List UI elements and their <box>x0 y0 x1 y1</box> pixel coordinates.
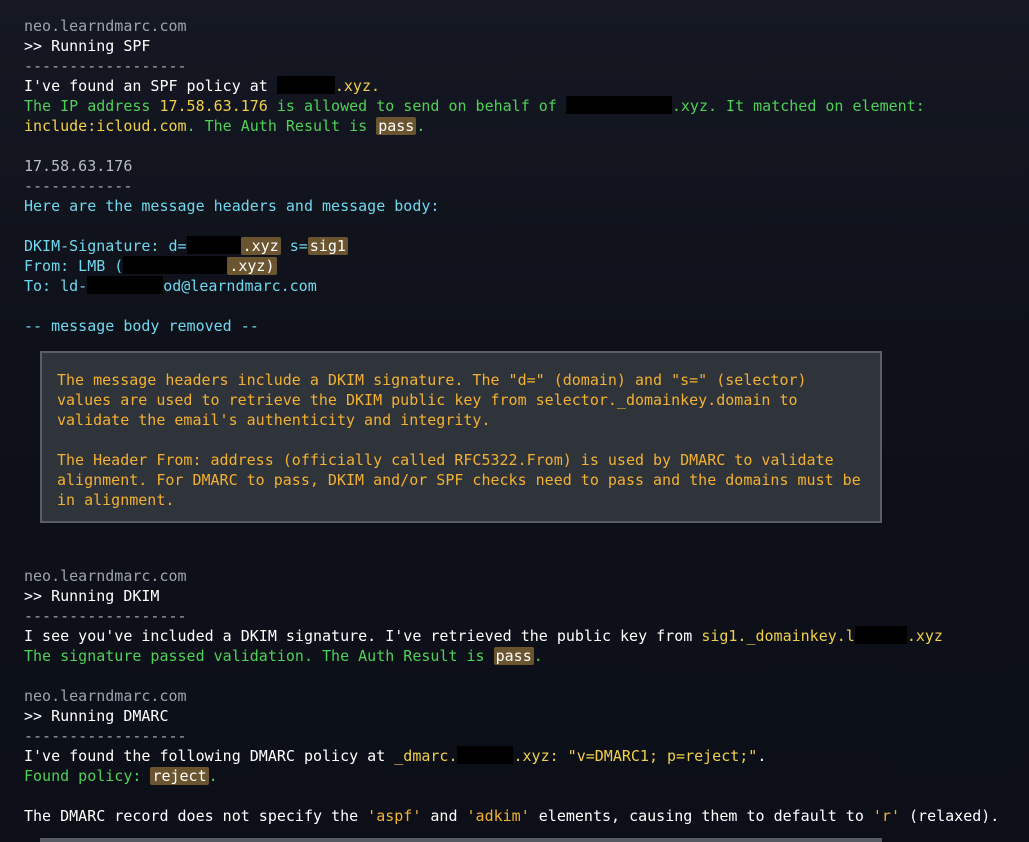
info-para1-line1: The message headers include a DKIM signa… <box>57 371 807 389</box>
dmarc-note-suffix: (relaxed). <box>900 807 1000 825</box>
dmarc-adkim: 'adkim' <box>466 807 530 825</box>
dkim-divider: ------------------ <box>24 607 187 625</box>
dmarc-default-value: 'r' <box>872 807 900 825</box>
dkim-passed-line: The signature passed validation. The Aut… <box>24 646 1014 666</box>
dmarc-record: "v=DMARC1; p=reject;" <box>567 747 758 765</box>
next-box-edge <box>40 838 882 842</box>
info-para2-line1: The Header From: address (officially cal… <box>57 451 834 469</box>
spf-found-line: I've found an SPF policy at .xyz. <box>24 76 1014 96</box>
spf-ip-value: 17.58.63.176 <box>159 97 268 115</box>
dmarc-note-mid: elements, causing them to default to <box>529 807 873 825</box>
dmarc-policy-label: Found policy: <box>24 767 151 785</box>
dmarc-policy-period: . <box>208 767 218 785</box>
dmarc-found-line: I've found the following DMARC policy at… <box>24 746 1014 766</box>
to-prefix: To: ld- <box>24 277 88 295</box>
redacted-domain <box>186 236 241 254</box>
headers-intro: Here are the message headers and message… <box>24 197 440 215</box>
dkim-text-prefix: I see you've included a DKIM signature. … <box>24 627 702 645</box>
redacted-domain <box>276 76 335 94</box>
info-para1-line2: values are used to retrieve the DKIM pub… <box>57 391 798 409</box>
dmarc-policy-badge: reject <box>150 767 209 785</box>
dmarc-host-suffix: .xyz <box>513 747 550 765</box>
dkim-command: >> Running DKIM <box>24 587 160 605</box>
message-body-removed: -- message body removed -- <box>24 317 259 335</box>
redacted-domain <box>565 96 672 114</box>
dmarc-found-prefix: I've found the following DMARC policy at <box>24 747 395 765</box>
from-suffix: .xyz) <box>227 257 277 275</box>
spf-divider: ------------------ <box>24 57 187 75</box>
spf-include-element: include:icloud.com <box>24 117 187 135</box>
spf-auth-line: include:icloud.com. The Auth Result is p… <box>24 116 1014 136</box>
spf-ip-mid: is allowed to send on behalf of <box>267 97 566 115</box>
spf-auth-result-badge: pass <box>376 117 417 135</box>
spf-found-suffix: .xyz. <box>334 77 381 95</box>
spf-period: . <box>416 117 426 135</box>
dkim-domain-suffix: .xyz <box>240 237 281 255</box>
dmarc-period: . <box>757 747 767 765</box>
to-header: To: ld-od@learndmarc.com <box>24 276 1014 296</box>
info-para2-line2: alignment. For DMARC to pass, DKIM and/o… <box>57 471 861 489</box>
ip-divider: ------------ <box>24 177 133 195</box>
dmarc-and: and <box>421 807 467 825</box>
to-suffix: od@learndmarc.com <box>163 277 317 295</box>
ip-header: 17.58.63.176 <box>24 157 133 175</box>
spf-command: >> Running SPF <box>24 37 151 55</box>
spf-auth-text: . The Auth Result is <box>186 117 377 135</box>
dmarc-hostname: neo.learndmarc.com <box>24 687 187 705</box>
from-header: From: LMB ( .xyz) <box>24 256 1014 276</box>
spf-ip-line: The IP address 17.58.63.176 is allowed t… <box>24 96 1014 116</box>
dmarc-aspf: 'aspf' <box>367 807 422 825</box>
dmarc-colon: : <box>549 747 568 765</box>
dkim-selector-value: sig1 <box>307 237 348 255</box>
spf-hostname: neo.learndmarc.com <box>24 17 187 35</box>
dmarc-divider: ------------------ <box>24 727 187 745</box>
info-para1-line3: validate the email's authenticity and in… <box>57 411 491 429</box>
dmarc-note-prefix: The DMARC record does not specify the <box>24 807 368 825</box>
dkim-header-prefix: DKIM-Signature: d= <box>24 237 187 255</box>
redacted-domain <box>854 626 907 644</box>
spf-ip-suffix: .xyz. It matched on element: <box>671 97 925 115</box>
dkim-passed-text: The signature passed validation. The Aut… <box>24 647 494 665</box>
redacted-address <box>123 256 228 274</box>
info-callout-box: The message headers include a DKIM signa… <box>40 351 882 523</box>
from-prefix: From: LMB ( <box>24 257 124 275</box>
redacted-address <box>87 276 164 294</box>
dkim-key-suffix: .xyz <box>906 627 943 645</box>
dkim-key-prefix: sig1._domainkey.l <box>701 627 855 645</box>
spf-found-prefix: I've found an SPF policy at <box>24 77 277 95</box>
terminal-output-lower: neo.learndmarc.com >> Running DKIM -----… <box>24 566 1014 826</box>
info-para2-line3: in alignment. <box>57 491 175 509</box>
redacted-domain <box>457 746 514 764</box>
dkim-signature-header: DKIM-Signature: d= .xyz s= sig1 <box>24 236 1014 256</box>
dmarc-command: >> Running DMARC <box>24 707 169 725</box>
dmarc-policy-line: Found policy: reject. <box>24 766 1014 786</box>
dmarc-note-line: The DMARC record does not specify the 'a… <box>24 806 1014 826</box>
spf-ip-prefix: The IP address <box>24 97 160 115</box>
dkim-hostname: neo.learndmarc.com <box>24 567 187 585</box>
dmarc-host-prefix: _dmarc. <box>394 747 458 765</box>
dkim-selector-prefix: s= <box>280 237 308 255</box>
dkim-period: . <box>533 647 543 665</box>
dkim-auth-result-badge: pass <box>493 647 534 665</box>
terminal-output: neo.learndmarc.com >> Running SPF ------… <box>24 16 1014 336</box>
dkim-key-line: I see you've included a DKIM signature. … <box>24 626 1014 646</box>
